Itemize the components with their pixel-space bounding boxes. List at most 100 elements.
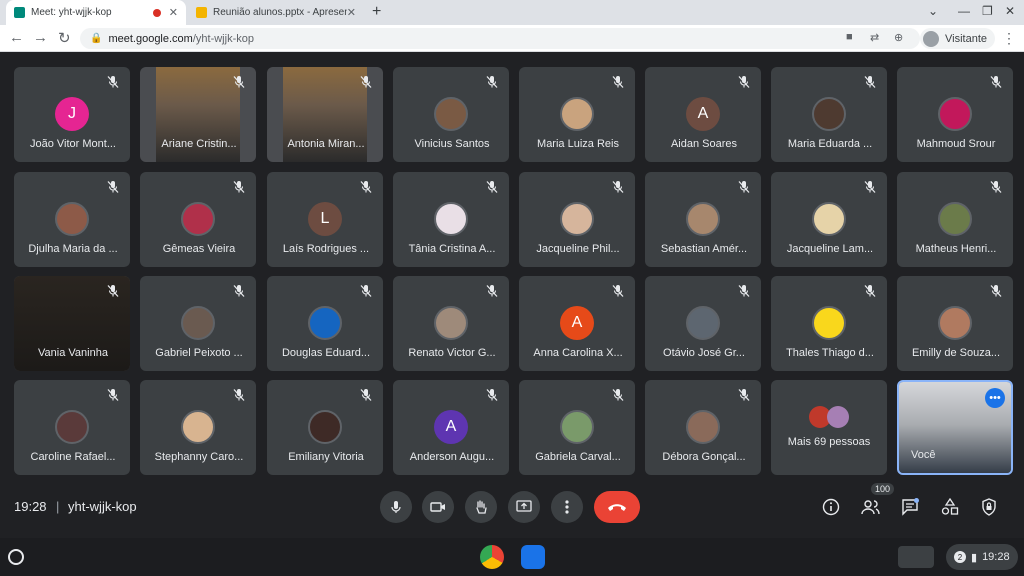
participant-tile[interactable]: Emiliany Vitoria [267,380,383,475]
mic-off-icon [485,388,499,402]
more-people[interactable]: Mais 69 pessoas [771,406,887,448]
participant-tile[interactable]: Thales Thiago d... [771,276,887,371]
translate-icon[interactable]: ⇄ [870,31,879,44]
participant-tile[interactable]: Vinicius Santos [393,67,509,162]
mic-off-icon [989,284,1003,298]
more-options-icon[interactable]: ••• [985,388,1005,408]
new-tab-button[interactable]: + [372,3,381,21]
participant-name: Laís Rodrigues ... [282,243,370,255]
mic-off-icon [359,75,373,89]
participant-tile[interactable]: Ariane Cristin... [140,67,256,162]
people-button[interactable] [860,496,882,518]
participant-tile[interactable]: Emilly de Souza... [897,276,1013,371]
participant-tile[interactable]: Matheus Henri... [897,172,1013,267]
chat-button[interactable] [899,496,921,518]
tab-meet[interactable]: Meet: yht-wjjk-kop ✕ [6,0,186,25]
mic-off-icon [989,75,1003,89]
participant-tile[interactable]: A Anderson Augu... [393,380,509,475]
avatar: A [686,97,720,131]
minimize-icon[interactable]: — [958,4,970,18]
participant-tile[interactable]: A Aidan Soares [645,67,761,162]
files-app-icon[interactable] [521,545,545,569]
participant-tile[interactable]: Mais 69 pessoas [771,380,887,475]
present-icon [516,500,532,512]
microphone-button[interactable] [380,491,412,523]
participant-tile[interactable]: Jacqueline Phil... [519,172,635,267]
info-icon [822,498,840,516]
url-field[interactable]: 🔒 meet.google.com/yht-wjjk-kop [80,28,920,49]
participant-tile[interactable]: Tânia Cristina A... [393,172,509,267]
camera-in-use-icon[interactable]: ■ [846,31,853,43]
url-path: /yht-wjjk-kop [192,32,254,45]
participant-tile[interactable]: L Laís Rodrigues ... [267,172,383,267]
participant-name: Ariane Cristin... [161,138,237,150]
mic-off-icon [232,180,246,194]
forward-icon[interactable]: → [33,29,48,46]
participant-tile[interactable]: Gabriel Peixoto ... [140,276,256,371]
participant-tile[interactable]: Maria Eduarda ... [771,67,887,162]
participant-name: Você [911,449,936,461]
participant-tile[interactable]: Jacqueline Lam... [771,172,887,267]
mic-off-icon [106,284,120,298]
host-controls-button[interactable] [978,496,1000,518]
camera-button[interactable] [422,491,454,523]
launcher-icon[interactable] [8,549,24,565]
participant-tile[interactable]: A Anna Carolina X... [519,276,635,371]
participant-tile[interactable]: Débora Gonçal... [645,380,761,475]
avatar [812,97,846,131]
chrome-app-icon[interactable] [480,545,504,569]
reload-icon[interactable]: ↻ [58,29,71,47]
participant-tile[interactable]: Otávio José Gr... [645,276,761,371]
avatar [938,202,972,236]
tab-search-icon[interactable]: ⌄ [928,4,938,18]
participant-name: Anna Carolina X... [533,347,623,359]
participant-tile[interactable]: Vania Vaninha [14,276,130,371]
raise-hand-button[interactable] [465,491,497,523]
participant-tile[interactable]: Maria Luiza Reis [519,67,635,162]
participant-tile[interactable]: Douglas Eduard... [267,276,383,371]
zoom-icon[interactable]: ⊕ [894,31,903,44]
close-tab-icon[interactable]: ✕ [169,6,178,19]
participant-tile[interactable]: Gêmeas Vieira [140,172,256,267]
mic-off-icon [232,75,246,89]
more-options-button[interactable] [551,491,583,523]
participant-tile[interactable]: Gabriela Carval... [519,380,635,475]
participant-tile[interactable]: Caroline Rafael... [14,380,130,475]
participant-name: Vinicius Santos [414,138,490,150]
restore-icon[interactable]: ❐ [982,4,993,18]
status-tray[interactable]: 2 ▮ 19:28 [946,544,1018,570]
mic-off-icon [359,388,373,402]
mic-off-icon [989,180,1003,194]
profile-button[interactable]: Visitante [920,28,995,49]
participant-tile[interactable]: J João Vitor Mont... [14,67,130,162]
avatar [308,410,342,444]
participant-tile[interactable]: Antonia Miran... [267,67,383,162]
profile-label: Visitante [945,32,987,45]
close-tab-icon[interactable]: ✕ [347,6,356,19]
browser-menu-icon[interactable]: ⋮ [1002,30,1016,47]
mic-off-icon [359,284,373,298]
close-window-icon[interactable]: ✕ [1005,4,1015,18]
mic-off-icon [737,284,751,298]
screen-capture-thumbnail[interactable] [898,546,934,568]
shelf-time: 19:28 [982,551,1010,563]
tab-slides[interactable]: Reunião alunos.pptx - Apresenta ✕ [188,0,364,25]
tab-slides-title: Reunião alunos.pptx - Apresenta [213,7,347,18]
activities-button[interactable] [939,496,961,518]
participant-tile[interactable]: Você ••• [897,380,1013,475]
meeting-info-button[interactable] [820,496,842,518]
participant-tile[interactable]: Mahmoud Srour [897,67,1013,162]
participant-name: Djulha Maria da ... [28,243,118,255]
avatar [812,202,846,236]
present-screen-button[interactable] [508,491,540,523]
participant-tile[interactable]: Stephanny Caro... [140,380,256,475]
participant-tile[interactable]: Djulha Maria da ... [14,172,130,267]
mic-off-icon [611,388,625,402]
leave-call-button[interactable] [594,491,640,523]
participant-tile[interactable]: Sebastian Amér... [645,172,761,267]
participant-tile[interactable]: Renato Victor G... [393,276,509,371]
participant-name: Stephanny Caro... [154,451,244,463]
participant-name: Douglas Eduard... [281,347,371,359]
avatar [686,306,720,340]
back-icon[interactable]: ← [9,29,24,46]
